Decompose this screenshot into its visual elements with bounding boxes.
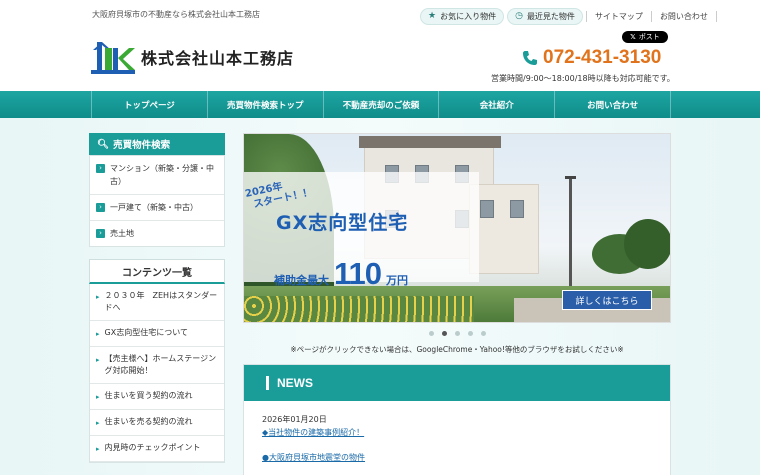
flower-bed [244, 296, 474, 322]
slider-dot[interactable] [480, 331, 486, 336]
star-icon: ★ [428, 11, 437, 21]
tree-image [624, 219, 670, 269]
contents-label: GX志向型住宅について [104, 328, 188, 337]
subsidy-amount: 110 [334, 256, 382, 291]
site-tagline: 大阪府貝塚市の不動産なら株式会社山本工務店 [92, 10, 260, 19]
top-links: ★ お気に入り物件 ◷ 最近見た物件 サイトマップ お問い合わせ [420, 6, 717, 26]
nav-search-top[interactable]: 売買物件検索トップ [206, 91, 323, 118]
x-logo-icon: 𝕏 [630, 33, 636, 41]
sitemap-link[interactable]: サイトマップ [585, 10, 651, 22]
news-link[interactable]: ●大阪府貝塚市地震堂の物件 [262, 452, 670, 463]
contents-label: 住まいを買う契約の流れ [104, 391, 193, 400]
search-title: 売買物件検索 [113, 140, 171, 151]
phone-number[interactable]: 072-431-3130 [522, 47, 661, 69]
hero-slider[interactable]: 2026年 スタート！！ GX志向型住宅 補助金最大 110 万円 詳しくはこち… [243, 133, 671, 323]
subsidy-text: 補助金最大 110 万円 [274, 256, 408, 292]
slide-headline: GX志向型住宅 [276, 212, 409, 234]
category-house[interactable]: › 一戸建て（新築・中古） [90, 195, 224, 221]
contents-list: ▸ ２０３０年 ZEHはスタンダードへ ▸ GX志向型住宅について ▸ 【売主様… [89, 284, 225, 463]
clock-icon: ◷ [515, 11, 523, 21]
news-title: NEWS [266, 376, 313, 390]
main-nav: トップページ 売買物件検索トップ 不動産売却のご依頼 会社紹介 お問い合わせ [0, 91, 760, 118]
recent-button[interactable]: ◷ 最近見た物件 [507, 7, 583, 25]
phone-icon [523, 51, 537, 65]
nav-sell-request[interactable]: 不動産売却のご依頼 [322, 91, 439, 118]
category-list: › マンション（新築・分譲・中古） › 一戸建て（新築・中古） › 売土地 [89, 155, 225, 247]
nav-contact[interactable]: お問い合わせ [554, 91, 671, 118]
sidebar: 🔍︎ 売買物件検索 › マンション（新築・分譲・中古） › 一戸建て（新築・中古… [89, 133, 225, 463]
category-label: マンション（新築・分譲・中古） [110, 164, 214, 186]
slider-dot[interactable] [441, 331, 447, 336]
chevron-right-icon: › [96, 203, 105, 212]
contact-link[interactable]: お問い合わせ [650, 10, 717, 22]
contents-item-gx[interactable]: ▸ GX志向型住宅について [90, 321, 224, 347]
arrow-right-icon: ▸ [96, 293, 100, 301]
news-header: NEWS [244, 365, 670, 401]
company-name[interactable]: 株式会社山本工務店 [141, 45, 294, 69]
news-link[interactable]: ◆当社物件の建築事例紹介！ [262, 427, 670, 438]
contents-item-staging[interactable]: ▸ 【売主様へ】ホームステージング対応開始！ [90, 347, 224, 384]
arrow-right-icon: ▸ [96, 356, 100, 364]
news-date: 2026年01月20日 [262, 415, 327, 424]
nav-top[interactable]: トップページ [91, 91, 207, 118]
chevron-right-icon: › [96, 229, 105, 238]
favorites-label: お気に入り物件 [440, 11, 497, 21]
company-logo[interactable] [91, 38, 135, 74]
news-section: NEWS 2026年01月20日 ◆当社物件の建築事例紹介！ ●大阪府貝塚市地震… [243, 364, 671, 475]
contents-label: 【売主様へ】ホームステージング対応開始！ [104, 354, 217, 375]
x-post-label: ポスト [638, 33, 660, 41]
subsidy-unit: 万円 [386, 274, 409, 287]
slider-pagination [243, 331, 671, 336]
slider-dot[interactable] [454, 331, 460, 336]
arrow-right-icon: ▸ [96, 393, 100, 401]
subsidy-label: 補助金最大 [274, 274, 329, 287]
slider-dot[interactable] [428, 331, 434, 336]
business-hours: 営業時間/9:00～18:00/18時以降も対応可能です。 [491, 74, 675, 83]
property-search-header: 🔍︎ 売買物件検索 [89, 133, 225, 155]
category-label: 一戸建て（新築・中古） [110, 203, 198, 212]
contents-item-sell-flow[interactable]: ▸ 住まいを売る契約の流れ [90, 410, 224, 436]
arrow-right-icon: ▸ [96, 419, 100, 427]
x-post-button[interactable]: 𝕏 ポスト [622, 31, 668, 43]
arrow-right-icon: ▸ [96, 330, 100, 338]
contents-label: 内見時のチェックポイント [104, 443, 201, 452]
contents-label: 住まいを売る契約の流れ [104, 417, 193, 426]
arrow-right-icon: ▸ [96, 445, 100, 453]
slider-dot[interactable] [467, 331, 473, 336]
house-image [469, 184, 539, 274]
contents-item-checkpoint[interactable]: ▸ 内見時のチェックポイント [90, 436, 224, 462]
search-icon: 🔍︎ [97, 138, 110, 150]
nav-company[interactable]: 会社紹介 [438, 91, 554, 118]
contents-header: コンテンツ一覧 [89, 259, 225, 284]
details-button[interactable]: 詳しくはこちら [562, 290, 652, 310]
browser-notice: ※ページがクリックできない場合は、GoogleChrome・Yahoo!等他のブ… [290, 345, 624, 354]
favorites-button[interactable]: ★ お気に入り物件 [420, 7, 505, 25]
category-land[interactable]: › 売土地 [90, 221, 224, 246]
contents-item-buy-flow[interactable]: ▸ 住まいを買う契約の流れ [90, 384, 224, 410]
recent-label: 最近見た物件 [526, 11, 575, 21]
main-content: 2026年 スタート！！ GX志向型住宅 補助金最大 110 万円 詳しくはこち… [243, 133, 671, 475]
category-label: 売土地 [110, 229, 134, 238]
chevron-right-icon: › [96, 164, 105, 173]
phone-text: 072-431-3130 [543, 47, 662, 68]
street-lamp [565, 176, 576, 289]
contents-label: ２０３０年 ZEHはスタンダードへ [104, 291, 218, 312]
category-mansion[interactable]: › マンション（新築・分譲・中古） [90, 156, 224, 195]
contents-item-zeh[interactable]: ▸ ２０３０年 ZEHはスタンダードへ [90, 284, 224, 321]
